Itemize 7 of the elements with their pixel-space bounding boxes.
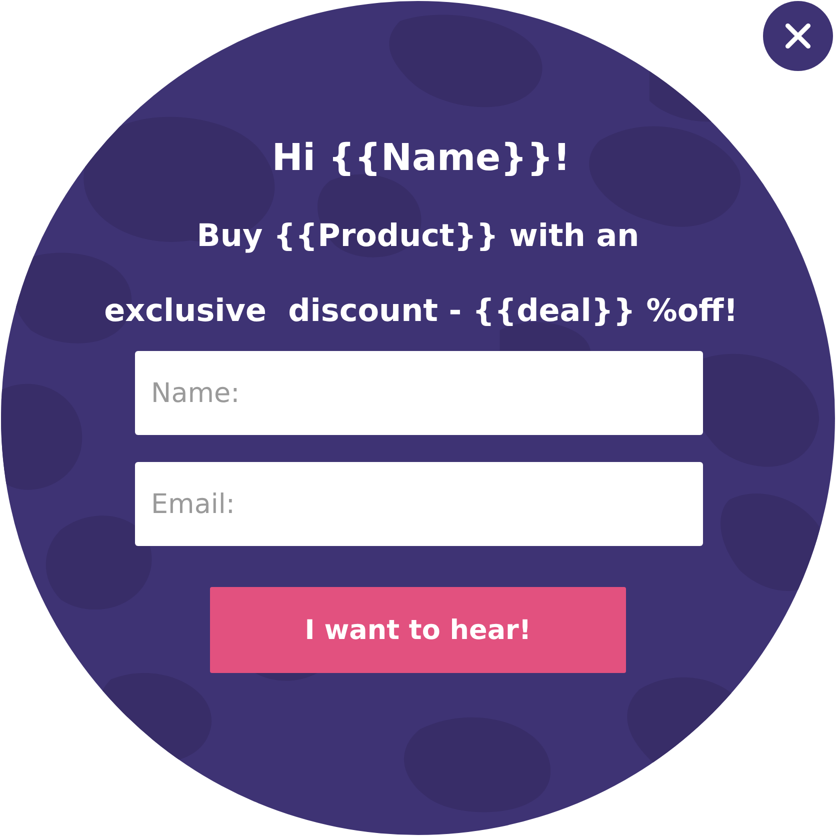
- submit-button[interactable]: I want to hear!: [210, 587, 626, 673]
- offer-text: exclusive discount - {{deal}} %off!: [104, 292, 738, 331]
- input-field[interactable]: Email:: [135, 462, 703, 546]
- offer-text: Buy {{Product}} with an: [196, 217, 640, 256]
- greeting-heading: Hi {{Name}}!: [272, 135, 570, 181]
- input-field[interactable]: Name:: [135, 351, 703, 435]
- close-icon: [785, 23, 811, 49]
